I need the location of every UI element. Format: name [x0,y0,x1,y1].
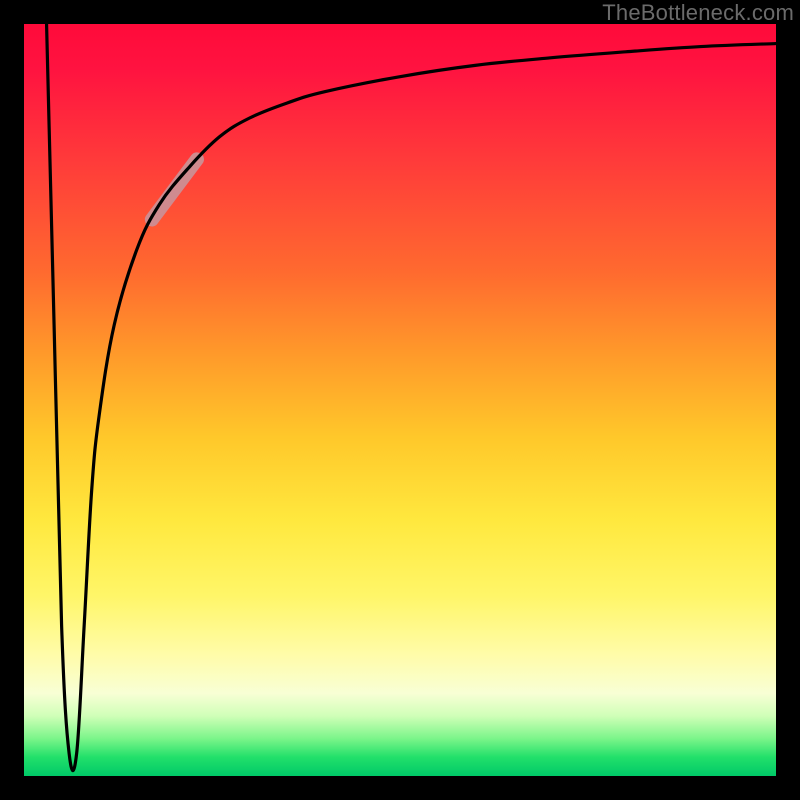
watermark-text: TheBottleneck.com [602,0,794,26]
curve-layer [24,24,776,776]
chart-frame: TheBottleneck.com [0,0,800,800]
bottleneck-curve [47,24,776,771]
plot-area [24,24,776,776]
